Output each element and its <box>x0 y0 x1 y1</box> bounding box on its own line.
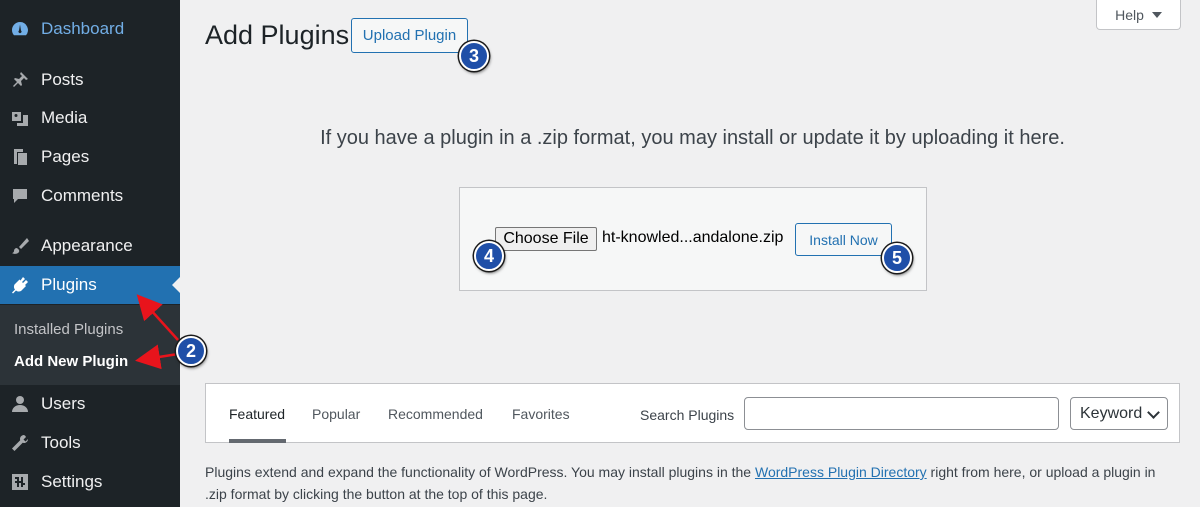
search-plugins-input[interactable] <box>744 397 1059 430</box>
plugin-directory-link[interactable]: WordPress Plugin Directory <box>755 464 927 480</box>
admin-sidebar: Dashboard Posts Media Pages Comments App… <box>0 0 180 507</box>
plugins-description: Plugins extend and expand the functional… <box>205 461 1165 505</box>
sidebar-item-appearance[interactable]: Appearance <box>0 227 180 265</box>
submenu-installed-plugins[interactable]: Installed Plugins <box>14 321 123 338</box>
plugin-icon <box>9 274 31 296</box>
page-title: Add Plugins <box>205 20 350 50</box>
tab-recommended[interactable]: Recommended <box>388 406 483 422</box>
search-plugins-label: Search Plugins <box>640 407 735 423</box>
selected-file-name: ht-knowled...andalone.zip <box>602 229 784 246</box>
sidebar-item-label: Plugins <box>41 275 97 294</box>
brush-icon <box>9 235 31 257</box>
sidebar-item-label: Users <box>41 394 86 413</box>
settings-icon <box>9 471 31 493</box>
tab-featured[interactable]: Featured <box>229 406 285 422</box>
tab-favorites[interactable]: Favorites <box>512 406 570 422</box>
dashboard-icon <box>9 18 31 40</box>
submenu-add-new-plugin[interactable]: Add New Plugin <box>14 353 128 370</box>
upload-plugin-button[interactable]: Upload Plugin <box>351 18 468 53</box>
sidebar-item-comments[interactable]: Comments <box>0 177 180 215</box>
sidebar-item-label: Appearance <box>41 236 133 255</box>
tab-popular[interactable]: Popular <box>312 406 360 422</box>
active-indicator <box>172 277 180 293</box>
sidebar-item-tools[interactable]: Tools <box>0 424 180 462</box>
search-type-select[interactable]: Keyword <box>1070 397 1168 430</box>
choose-file-button[interactable]: Choose File <box>495 227 597 251</box>
sidebar-item-label: Settings <box>41 472 103 491</box>
upload-instructions: If you have a plugin in a .zip format, y… <box>320 127 1065 149</box>
comments-icon <box>9 185 31 207</box>
sidebar-item-label: Pages <box>41 147 90 166</box>
step-badge-5: 5 <box>882 243 912 273</box>
sidebar-item-settings[interactable]: Settings <box>0 463 180 501</box>
help-button[interactable]: Help <box>1096 0 1181 30</box>
step-badge-3: 3 <box>459 41 489 71</box>
plugins-submenu: Installed Plugins Add New Plugin <box>0 305 180 385</box>
active-tab-underline <box>229 439 286 443</box>
caret-down-icon <box>1151 11 1162 18</box>
sidebar-item-label: Media <box>41 108 88 127</box>
select-value: Keyword <box>1080 404 1143 422</box>
media-icon <box>9 107 31 129</box>
step-badge-2: 2 <box>176 336 206 366</box>
sidebar-item-media[interactable]: Media <box>0 99 180 137</box>
sidebar-item-label: Posts <box>41 70 84 89</box>
sidebar-item-pages[interactable]: Pages <box>0 138 180 176</box>
help-label: Help <box>1115 6 1144 23</box>
users-icon <box>9 393 31 415</box>
pages-icon <box>9 146 31 168</box>
desc-text: Plugins extend and expand the functional… <box>205 464 755 480</box>
sidebar-item-label: Comments <box>41 186 124 205</box>
sidebar-item-label: Tools <box>41 433 81 452</box>
chevron-down-icon <box>1147 406 1160 419</box>
sidebar-item-label: Dashboard <box>41 19 125 38</box>
pin-icon <box>9 69 31 91</box>
wrench-icon <box>9 432 31 454</box>
sidebar-item-plugins[interactable]: Plugins <box>0 266 180 304</box>
step-badge-4: 4 <box>474 241 504 271</box>
sidebar-item-users[interactable]: Users <box>0 385 180 423</box>
install-now-button[interactable]: Install Now <box>795 223 892 256</box>
sidebar-item-dashboard[interactable]: Dashboard <box>0 10 180 48</box>
sidebar-item-posts[interactable]: Posts <box>0 61 180 99</box>
